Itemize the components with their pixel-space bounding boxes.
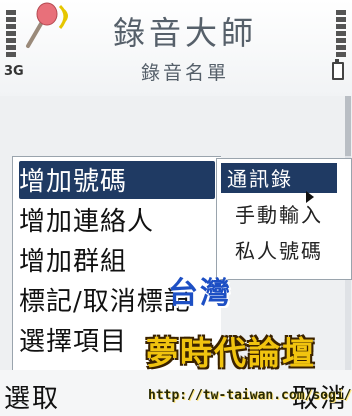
add-number-submenu: 通訊錄 手動輸入 私人號碼 [216,158,352,280]
page-subtitle: 錄音名單 [140,62,229,84]
title-bar: 3G 錄音大師 錄音名單 [0,0,352,96]
watermark-url: http://tw-taiwan.com/sogi/ [148,388,352,403]
network-type-label: 3G [4,64,24,79]
app-title: 錄音大師 [112,14,257,52]
submenu-arrow-icon [306,191,314,203]
select-softkey[interactable]: 選取 [4,378,60,415]
submenu-item-contacts[interactable]: 通訊錄 [221,163,337,193]
battery-icon [332,59,344,80]
submenu-item-private-number[interactable]: 私人號碼 [221,235,337,265]
scrollbar-thumb[interactable] [345,96,351,156]
submenu-item-manual-input[interactable]: 手動輸入 [221,199,337,229]
signal-strength-icon [6,10,16,60]
watermark-line2: 夢時代論壇 [146,334,317,372]
phone-screen: 3G 錄音大師 錄音名單 增加號碼 增加連絡人 增加群組 標記/取消標記 選擇項… [0,0,352,416]
microphone-icon [20,2,74,52]
battery-level-icon [336,10,346,60]
watermark-line1: 台灣 [168,276,232,311]
menu-item-add-contact[interactable]: 增加連絡人 [19,201,215,239]
menu-item-add-number[interactable]: 增加號碼 [19,161,215,199]
